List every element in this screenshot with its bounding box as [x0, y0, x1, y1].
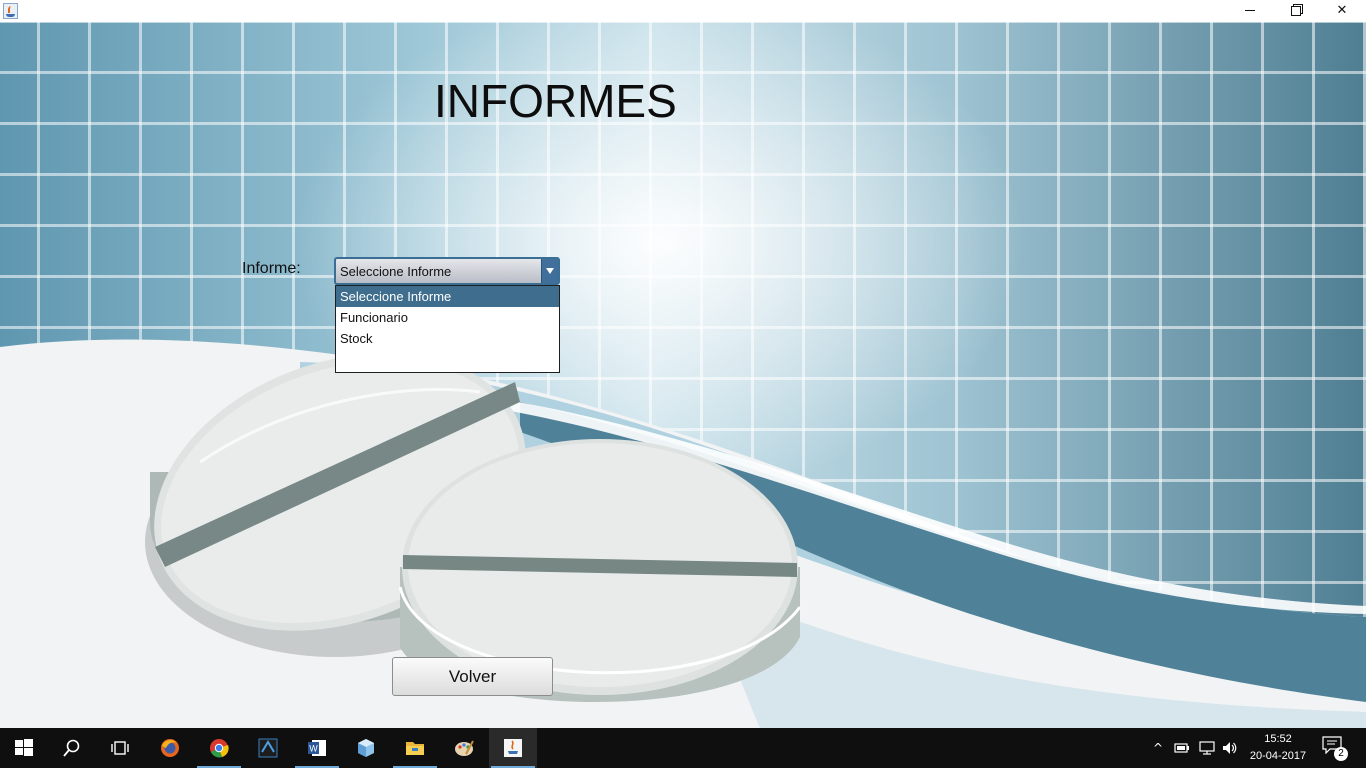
- minimize-button[interactable]: [1227, 0, 1273, 22]
- java-icon: [504, 739, 522, 757]
- option-stock[interactable]: Stock: [336, 328, 559, 349]
- word-icon: W: [308, 740, 326, 756]
- informe-combobox[interactable]: Seleccione Informe: [334, 257, 560, 285]
- informe-label: Informe:: [242, 260, 301, 277]
- chrome-icon: [210, 739, 229, 758]
- informe-dropdown-list: Seleccione Informe Funcionario Stock: [335, 285, 560, 373]
- chevron-down-icon[interactable]: [541, 259, 558, 283]
- task-view-icon: [111, 741, 129, 755]
- action-center-button[interactable]: 2: [1322, 736, 1348, 761]
- restore-icon: [1291, 5, 1301, 16]
- tray-overflow-button[interactable]: ^: [1151, 728, 1165, 768]
- notification-count-badge: 2: [1334, 747, 1348, 761]
- taskbar: W ^ 15:52 20-04-2017 2: [0, 728, 1366, 768]
- combobox-selected-value: Seleccione Informe: [340, 264, 452, 279]
- svg-text:W: W: [309, 744, 318, 754]
- clock-date: 20-04-2017: [1249, 750, 1307, 762]
- task-view-button[interactable]: [96, 728, 144, 768]
- search-button[interactable]: [48, 728, 96, 768]
- page-title: INFORMES: [434, 75, 677, 127]
- taskbar-virtualbox[interactable]: [342, 728, 390, 768]
- restore-button[interactable]: [1273, 0, 1319, 22]
- virtualbox-icon: [358, 739, 374, 757]
- close-button[interactable]: ✕: [1319, 0, 1365, 22]
- windows-icon: [15, 739, 33, 756]
- taskbar-java[interactable]: [489, 728, 537, 768]
- volume-icon[interactable]: [1221, 740, 1237, 756]
- taskbar-word[interactable]: W: [293, 728, 341, 768]
- java-app-icon: [3, 3, 18, 19]
- taskbar-chrome[interactable]: [195, 728, 243, 768]
- folder-icon: [406, 742, 424, 755]
- main-window: INFORMES Informe: Seleccione Informe Sel…: [0, 22, 1366, 728]
- taskbar-file-explorer[interactable]: [391, 728, 439, 768]
- search-icon: [63, 739, 80, 757]
- taskbar-clock[interactable]: 15:52 20-04-2017: [1243, 731, 1313, 765]
- paint-palette-icon: [455, 740, 474, 756]
- firefox-icon: [161, 739, 179, 757]
- taskbar-paint[interactable]: [440, 728, 488, 768]
- clock-time: 15:52: [1264, 733, 1292, 745]
- option-seleccione-informe[interactable]: Seleccione Informe: [336, 286, 559, 307]
- taskbar-visual-studio[interactable]: [244, 728, 292, 768]
- volver-button[interactable]: Volver: [392, 657, 553, 696]
- window-titlebar: ✕: [0, 0, 1366, 22]
- option-funcionario[interactable]: Funcionario: [336, 307, 559, 328]
- taskbar-firefox[interactable]: [146, 728, 194, 768]
- start-button[interactable]: [0, 728, 48, 768]
- battery-icon[interactable]: [1174, 741, 1190, 755]
- network-icon[interactable]: [1199, 740, 1215, 756]
- visual-studio-icon: [258, 738, 278, 758]
- minimize-icon: [1245, 10, 1255, 11]
